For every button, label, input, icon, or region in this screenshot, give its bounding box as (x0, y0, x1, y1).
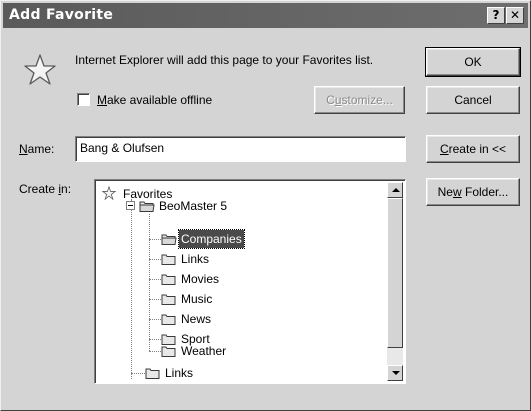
folder-icon (161, 274, 176, 285)
scroll-down-button[interactable] (387, 365, 403, 381)
folder-tree[interactable]: Favorites BeoMaster 5 Companies Links Mo… (94, 179, 406, 384)
tree-line (131, 373, 145, 374)
arrow-up-icon (392, 188, 400, 192)
tree-line (149, 351, 161, 352)
tree-line (131, 199, 132, 379)
folder-icon (161, 346, 176, 357)
folder-icon (161, 294, 176, 305)
ok-button[interactable]: OK (425, 47, 521, 77)
offline-checkbox[interactable] (77, 93, 90, 106)
customize-button[interactable]: Customize... (314, 86, 405, 114)
arrow-down-icon (392, 371, 400, 375)
folder-icon (161, 314, 176, 325)
open-folder-icon (139, 201, 155, 212)
favorites-star-icon (24, 54, 56, 85)
tree-line (149, 259, 161, 260)
tree-line (149, 214, 150, 351)
name-label: Name: (19, 142, 55, 156)
tree-line (149, 299, 161, 300)
tree-line (149, 339, 161, 340)
tree-line (149, 279, 161, 280)
help-button[interactable]: ? (487, 7, 505, 24)
offline-label[interactable]: Make available offline (97, 93, 212, 107)
tree-line (149, 239, 161, 240)
open-folder-icon (161, 234, 177, 245)
scroll-up-button[interactable] (387, 182, 403, 198)
folder-icon (161, 254, 176, 265)
folder-icon (145, 368, 160, 379)
info-message: Internet Explorer will add this page to … (75, 53, 374, 67)
create-in-label: Create in: (19, 182, 72, 196)
name-input[interactable]: Bang & Olufsen (75, 136, 406, 162)
tree-scrollbar[interactable] (387, 182, 403, 381)
star-icon (101, 186, 117, 200)
scroll-thumb[interactable] (387, 198, 403, 348)
tree-line (149, 319, 161, 320)
title-bar[interactable]: Add Favorite ? ✕ (3, 3, 528, 28)
cancel-button[interactable]: Cancel (426, 86, 520, 114)
close-button[interactable]: ✕ (506, 7, 524, 24)
add-favorite-dialog: Add Favorite ? ✕ Internet Explorer will … (0, 0, 531, 411)
collapse-toggle-icon[interactable] (126, 201, 135, 210)
window-title: Add Favorite (9, 7, 114, 23)
new-folder-button[interactable]: New Folder... (426, 178, 520, 206)
create-in-button[interactable]: Create in << (426, 135, 520, 163)
